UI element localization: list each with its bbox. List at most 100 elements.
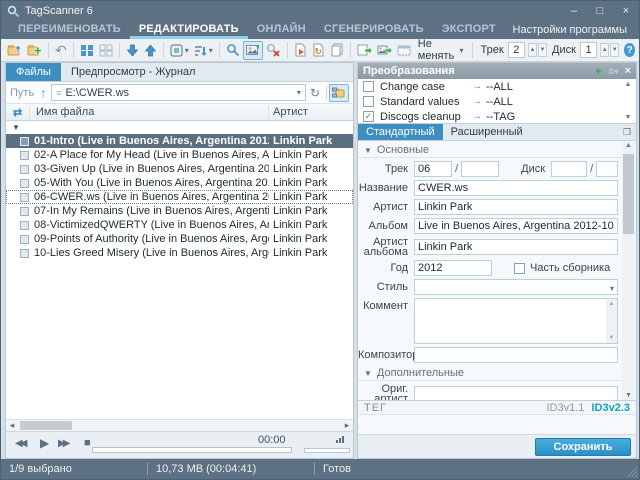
track-total-input[interactable] <box>461 161 499 177</box>
transformation-checkbox[interactable]: ✓ <box>363 111 374 122</box>
select-all-button[interactable] <box>78 41 96 60</box>
disc-spin-up-button[interactable]: ▲ <box>600 43 609 57</box>
scroll-down-icon[interactable]: ▼ <box>625 114 632 121</box>
menu-tab-переименовать[interactable]: ПЕРЕИМЕНОВАТЬ <box>9 21 130 39</box>
file-row[interactable]: 03-Given Up (Live in Buenos Aires, Argen… <box>6 162 353 176</box>
play-file-button[interactable] <box>292 41 309 60</box>
track-spin-down-button[interactable]: ▼ <box>538 43 547 57</box>
move-down-button[interactable] <box>124 41 141 60</box>
horizontal-scrollbar[interactable]: ◂ ▸ <box>6 419 353 431</box>
play-button[interactable]: ▶ <box>40 436 49 450</box>
column-artist[interactable]: Артист <box>269 106 353 118</box>
track-spin-value[interactable]: 2 <box>508 42 525 58</box>
selection-mode-button[interactable]: ▾ <box>168 41 191 60</box>
year-input[interactable] <box>414 260 492 276</box>
disc-spin-down-button[interactable]: ▼ <box>610 43 619 57</box>
hscroll-track[interactable] <box>18 420 341 431</box>
close-transformations-icon[interactable]: × <box>625 65 631 77</box>
files-tab-0[interactable]: Файлы <box>6 63 61 81</box>
id3v2-version[interactable]: ID3v2.3 <box>591 402 630 414</box>
genre-select[interactable]: ▾ <box>414 279 618 295</box>
previous-track-button[interactable]: ◀◀ <box>15 438 24 449</box>
genre-dropdown-icon[interactable]: ▾ <box>610 284 614 293</box>
deselect-all-button[interactable] <box>97 41 115 60</box>
menu-tab-онлайн[interactable]: ОНЛАЙН <box>248 21 315 39</box>
comment-scrollbar[interactable]: ▲ ▼ <box>606 299 617 343</box>
panel-maximize-icon[interactable]: ❒ <box>623 124 636 140</box>
scroll-down-icon[interactable]: ▼ <box>609 335 615 341</box>
scroll-up-icon[interactable]: ▲ <box>625 81 632 88</box>
copy-tags-button[interactable] <box>328 41 346 60</box>
editor-tab-0[interactable]: Стандартный <box>358 124 443 140</box>
collapse-icon[interactable]: ▼ <box>364 146 372 155</box>
transformations-menu-icon[interactable]: ≣▾ <box>608 67 619 76</box>
menu-tab-редактировать[interactable]: РЕДАКТИРОВАТЬ <box>130 21 248 39</box>
files-tab-1[interactable]: Предпросмотр - Журнал <box>61 63 206 81</box>
resize-grip[interactable] <box>627 467 637 477</box>
comment-textarea[interactable]: ▲ ▼ <box>414 298 618 344</box>
collapse-icon[interactable]: ▼ <box>364 369 372 378</box>
add-transformation-icon[interactable]: + <box>595 64 602 78</box>
disc-total-input[interactable] <box>596 161 618 177</box>
save-button[interactable]: Сохранить <box>535 438 631 456</box>
shuffle-column-icon[interactable]: ⇄ <box>6 106 30 119</box>
file-row[interactable]: 09-Points of Authority (Live in Buenos A… <box>6 232 353 246</box>
disc-input[interactable] <box>551 161 587 177</box>
minimize-button[interactable]: – <box>561 1 587 21</box>
add-folder-button[interactable] <box>25 41 44 60</box>
form-scrollbar-thumb[interactable] <box>623 154 634 234</box>
seek-bar[interactable] <box>92 447 292 453</box>
scroll-left-icon[interactable]: ◂ <box>6 420 18 431</box>
menu-tab-экспорт[interactable]: ЭКСПОРТ <box>433 21 505 39</box>
transformation-row[interactable]: Change case→--ALL <box>358 79 636 94</box>
orig-artist-input[interactable] <box>414 386 618 400</box>
file-row[interactable]: 02-A Place for My Head (Live in Buenos A… <box>6 148 353 162</box>
export-art-button[interactable] <box>375 41 394 60</box>
clear-filter-button[interactable] <box>264 41 283 60</box>
hscroll-thumb[interactable] <box>20 421 72 430</box>
disc-spin-value[interactable]: 1 <box>580 42 597 58</box>
menu-tab-сгенерировать[interactable]: СГЕНЕРИРОВАТЬ <box>315 21 433 39</box>
compilation-checkbox-box[interactable] <box>514 263 525 274</box>
scroll-up-icon[interactable]: ▲ <box>609 301 615 307</box>
transformation-row[interactable]: Standard values→--ALL <box>358 94 636 109</box>
file-row[interactable]: 06-CWER.ws (Live in Buenos Aires, Argent… <box>6 190 353 204</box>
no-change-dropdown[interactable]: Не менять ▾ <box>414 41 468 59</box>
file-row[interactable]: 10-Lies Greed Misery (Live in Buenos Air… <box>6 246 353 260</box>
frame-tool-button[interactable] <box>395 41 413 60</box>
help-button[interactable]: ? <box>624 43 635 57</box>
album-art-toggle-button[interactable] <box>243 41 263 60</box>
reload-tags-button[interactable]: ↻ <box>310 41 327 60</box>
combo-dropdown-icon[interactable]: ▾ <box>297 88 301 97</box>
maximize-button[interactable]: □ <box>587 1 613 21</box>
search-button[interactable] <box>224 41 242 60</box>
folder-tree-toggle-button[interactable] <box>329 84 349 102</box>
scroll-down-icon[interactable]: ▼ <box>622 392 635 399</box>
program-settings-button[interactable]: Настройки программы <box>513 21 631 39</box>
form-scrollbar[interactable]: ▲ ▼ <box>622 141 635 400</box>
undo-button[interactable]: ↶ <box>53 41 69 60</box>
album-input[interactable] <box>414 218 618 234</box>
next-track-button[interactable]: ▶▶ <box>58 438 67 449</box>
section-additional[interactable]: ▼ Дополнительные <box>358 366 622 381</box>
path-combobox[interactable]: ≡ E:\CWER.ws ▾ <box>51 84 306 101</box>
volume-slider[interactable] <box>304 448 350 453</box>
move-up-button[interactable] <box>142 41 159 60</box>
compilation-checkbox[interactable]: Часть сборника <box>514 262 610 274</box>
editor-tab-1[interactable]: Расширенный <box>443 124 531 140</box>
track-spin-up-button[interactable]: ▲ <box>528 43 537 57</box>
file-row[interactable]: 08-VictimizedQWERTY (Live in Buenos Aire… <box>6 218 353 232</box>
transformation-checkbox[interactable] <box>363 81 374 92</box>
title-input[interactable] <box>414 180 618 196</box>
scroll-right-icon[interactable]: ▸ <box>341 420 353 431</box>
column-filename[interactable]: Имя файла <box>30 106 269 118</box>
artist-input[interactable] <box>414 199 618 215</box>
file-row[interactable]: 07-In My Remains (Live in Buenos Aires, … <box>6 204 353 218</box>
group-collapse-row[interactable]: ▼ <box>6 121 353 134</box>
close-button[interactable]: × <box>613 1 639 21</box>
import-tag-button[interactable] <box>355 41 374 60</box>
transformation-checkbox[interactable] <box>363 96 374 107</box>
folder-up-level-icon[interactable]: ↑ <box>40 86 46 100</box>
transformations-header[interactable]: Преобразования + ≣▾ × <box>358 63 636 79</box>
transformation-row[interactable]: ✓Discogs cleanup→--TAG <box>358 109 636 124</box>
